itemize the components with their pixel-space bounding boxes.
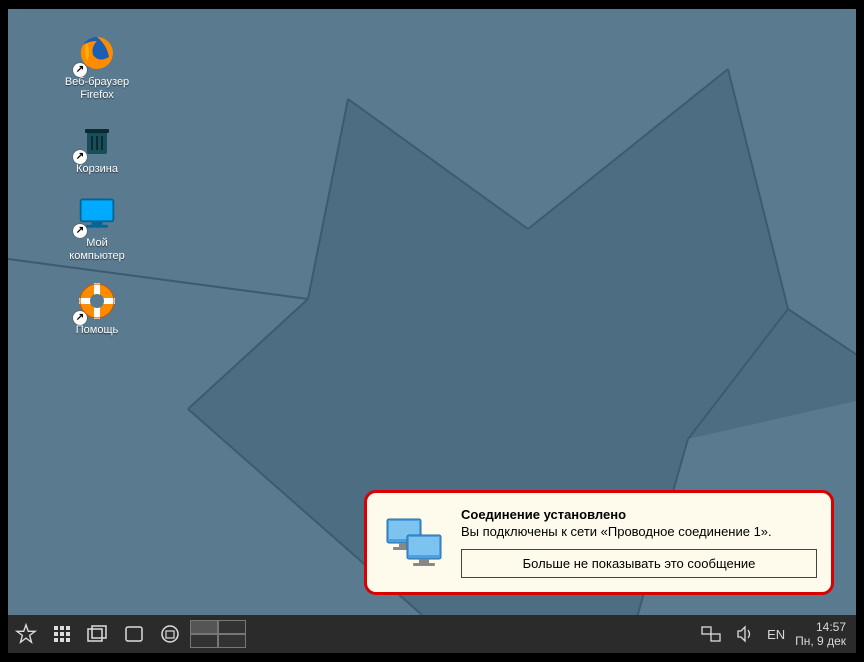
desktop-icon-label: Веб-браузерFirefox [65,76,129,102]
shortcut-badge-icon [73,150,87,164]
taskbar-left [8,615,246,653]
keyboard-layout-indicator[interactable]: EN [767,627,785,642]
notification-message: Вы подключены к сети «Проводное соединен… [461,524,817,539]
workspace-pager [190,620,246,648]
desktop-icon-label: Мойкомпьютер [69,237,124,263]
network-computers-icon [381,507,447,578]
notification-title: Соединение установлено [461,507,817,522]
star-icon [15,623,37,645]
desktop-icon-label: Корзина [76,163,118,176]
clock[interactable]: 14:57 Пн, 9 дек [795,620,846,648]
desktop-icon-label: Помощь [76,324,119,337]
grid-icon [52,624,72,644]
volume-tray-button[interactable] [733,615,757,653]
desktop-icon-trash[interactable]: Корзина [58,120,136,176]
file-manager-icon [160,624,180,644]
shortcut-badge-icon [73,311,87,325]
notification-dismiss-button[interactable]: Больше не показывать это сообщение [461,549,817,578]
show-desktop-button[interactable] [116,615,152,653]
notification-text: Соединение установлено Вы подключены к с… [461,507,817,578]
desktop-icons-area: Веб-браузерFirefox Корзина [58,33,136,337]
monitor-icon [77,194,117,234]
shortcut-badge-icon [73,63,87,77]
taskbar: EN 14:57 Пн, 9 дек [8,615,856,653]
task-view-button[interactable] [80,615,116,653]
desktop-icon-help[interactable]: Помощь [58,281,136,337]
clock-time: 14:57 [795,620,846,634]
firefox-icon [77,33,117,73]
taskbar-right: EN 14:57 Пн, 9 дек [699,615,856,653]
clock-date: Пн, 9 дек [795,634,846,648]
lifebuoy-icon [77,281,117,321]
desktop-icon-mycomputer[interactable]: Мойкомпьютер [58,194,136,263]
workspace-1[interactable] [190,620,218,634]
shortcut-badge-icon [73,224,87,238]
desktop-screen: Веб-браузерFirefox Корзина [8,9,856,653]
workspace-3[interactable] [190,634,218,648]
workspace-4[interactable] [218,634,246,648]
workspace-2[interactable] [218,620,246,634]
network-icon [701,625,721,643]
desktop-icon-firefox[interactable]: Веб-браузерFirefox [58,33,136,102]
network-connected-notification: Соединение установлено Вы подключены к с… [364,490,834,595]
trash-icon [77,120,117,160]
windows-stack-icon [87,625,109,643]
file-manager-button[interactable] [152,615,188,653]
speaker-icon [736,625,754,643]
app-launcher-button[interactable] [44,615,80,653]
network-tray-button[interactable] [699,615,723,653]
desktop-rect-icon [124,625,144,643]
start-menu-button[interactable] [8,615,44,653]
